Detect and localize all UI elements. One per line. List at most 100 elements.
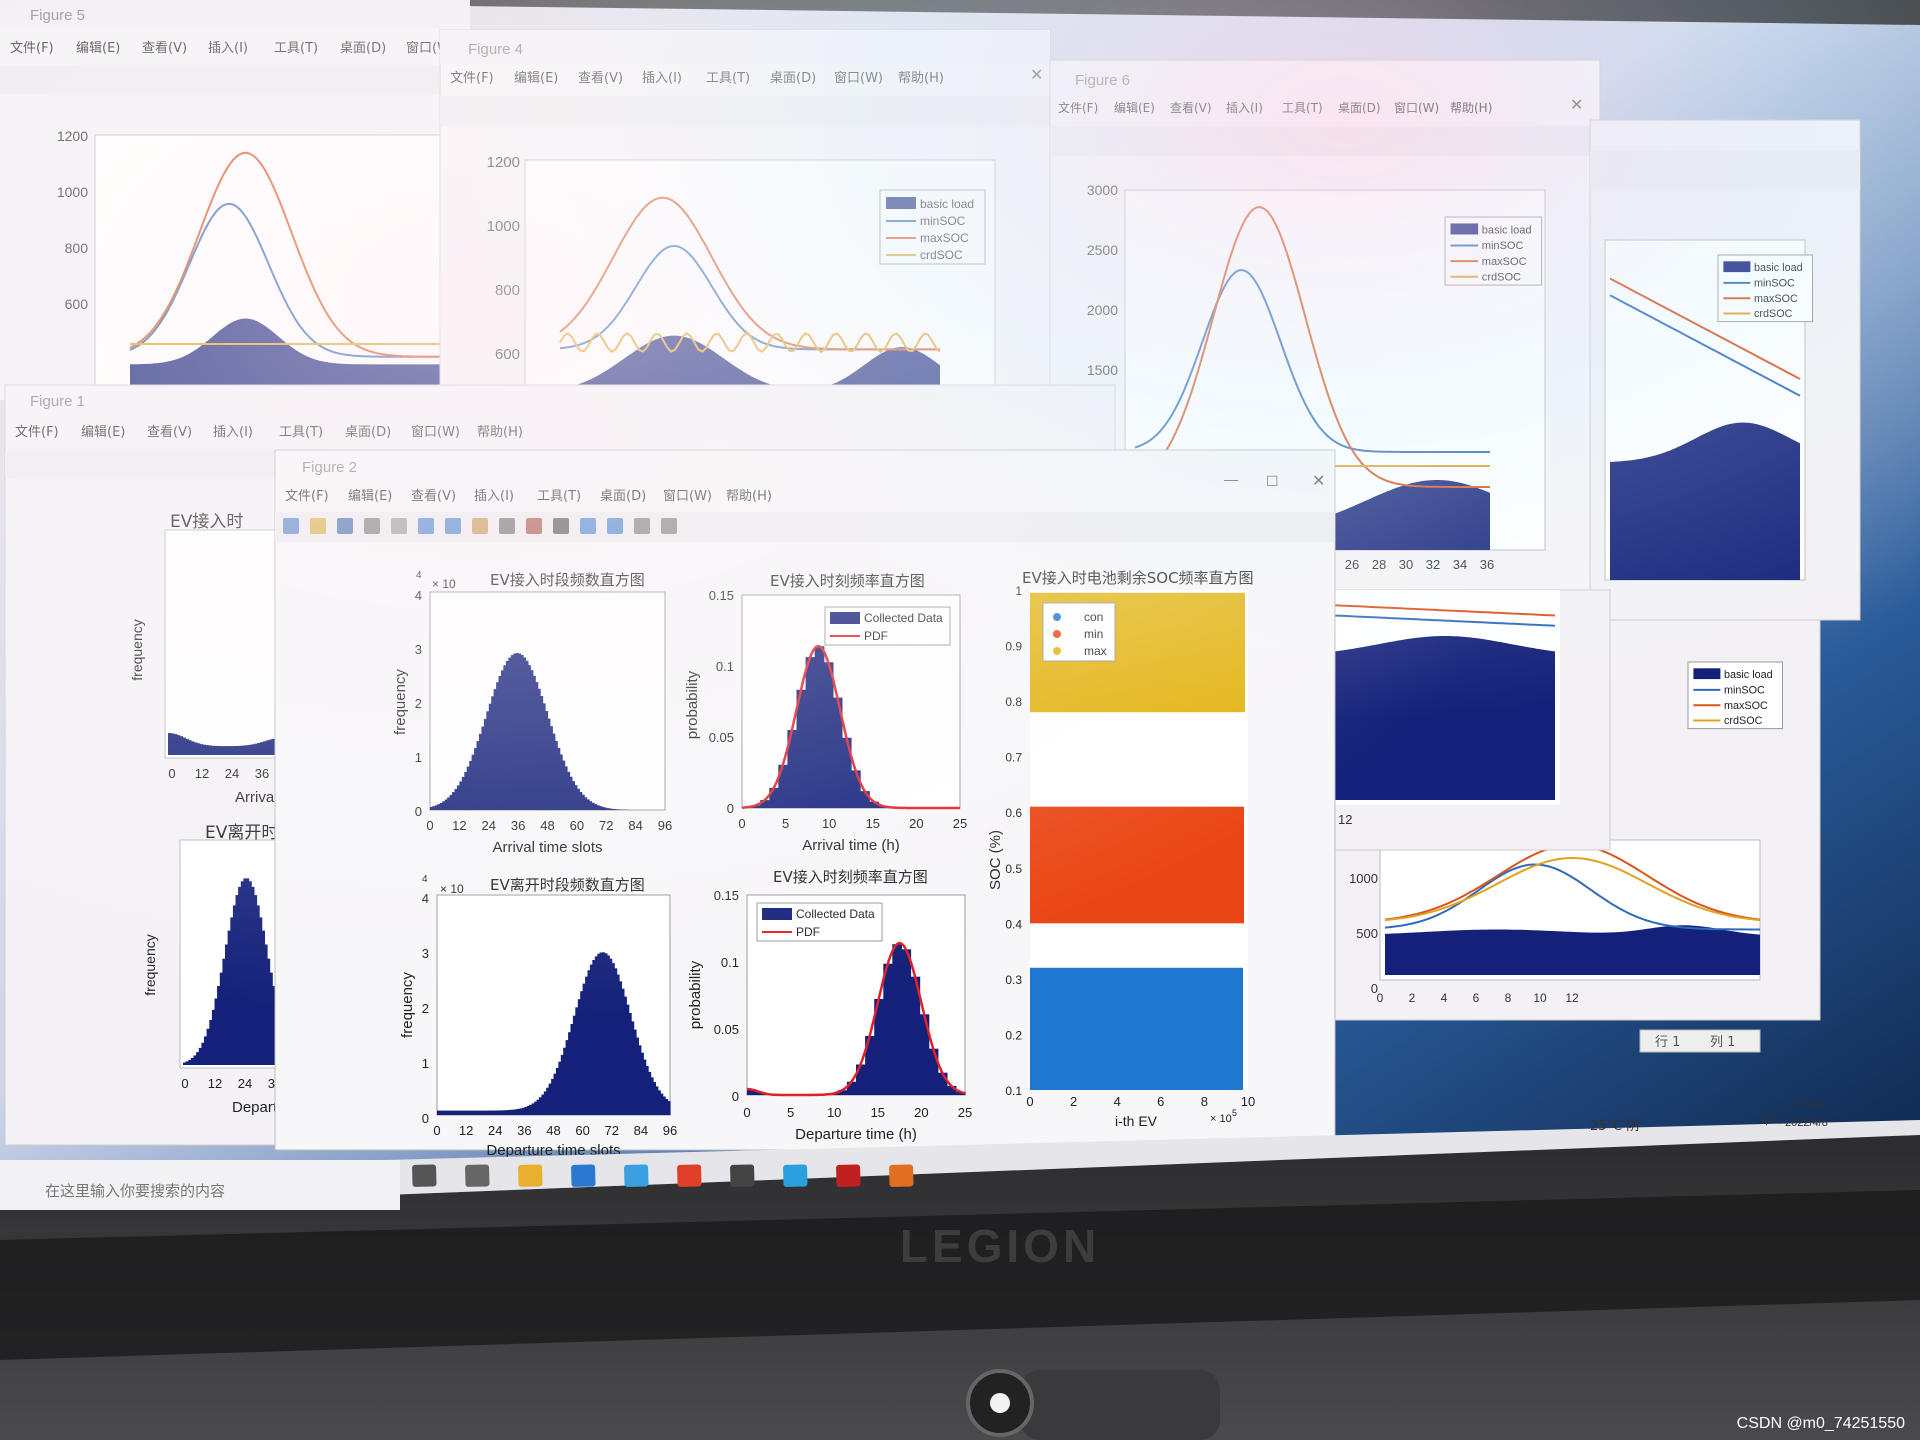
menu-item[interactable]: 帮助(H) [726, 489, 772, 504]
tick-label: 0 [743, 1105, 750, 1120]
taskbar-app-icon[interactable] [571, 1164, 596, 1187]
toolbar-icon[interactable] [580, 518, 596, 534]
menu-item[interactable]: 桌面(D) [770, 71, 816, 86]
axis-exponent-sup: 5 [1232, 1108, 1237, 1118]
taskbar-search-input[interactable]: 在这里输入你要搜索的内容 [45, 1182, 225, 1200]
menu-item[interactable]: 桌面(D) [340, 41, 386, 56]
weather-widget[interactable]: 25°C 阴 [1590, 1119, 1639, 1134]
menu-item[interactable]: 插入(I) [208, 41, 248, 56]
taskbar-app-icon[interactable] [730, 1164, 755, 1187]
toolbar-icon[interactable] [445, 518, 461, 534]
menu-item[interactable]: 查看(V) [142, 40, 187, 56]
tick-label: 0.6 [1005, 806, 1022, 820]
menu-item[interactable]: 查看(V) [578, 70, 623, 86]
minimize-icon[interactable]: — [1224, 471, 1238, 487]
menu-item[interactable]: 文件(F) [1058, 100, 1098, 115]
toolbar-icon[interactable] [391, 518, 407, 534]
menu-item[interactable]: 桌面(D) [345, 425, 391, 440]
tick-label: 0 [422, 1111, 429, 1126]
tick-label: 4 [422, 891, 429, 906]
menu-item[interactable]: 查看(V) [1170, 101, 1212, 115]
toolbar-icon[interactable] [634, 518, 650, 534]
menu-item[interactable]: 编辑(E) [348, 489, 392, 504]
toolbar-icon[interactable] [472, 518, 488, 534]
toolbar-icon[interactable] [283, 518, 299, 534]
histogram-bar [805, 657, 816, 808]
tick-label: 0.7 [1005, 751, 1022, 765]
y-axis-label: frequency [142, 934, 158, 995]
taskbar-app-icon[interactable] [518, 1164, 543, 1187]
window-title: Figure 6 [1075, 72, 1130, 89]
window-right-back[interactable]: basic load minSOC maxSOC crdSOC [1589, 119, 1861, 621]
taskbar-app-icon[interactable] [412, 1164, 437, 1187]
menu-item[interactable]: 查看(V) [147, 424, 192, 440]
legend-entry: basic load [920, 197, 974, 211]
taskbar-app-icon[interactable] [465, 1164, 490, 1187]
menu-item[interactable]: 查看(V) [411, 488, 456, 504]
tick-label: 0.3 [1005, 973, 1022, 987]
taskbar-app-icon[interactable] [889, 1164, 914, 1187]
svg-text:✕: ✕ [1570, 97, 1583, 114]
toolbar-icon[interactable] [661, 518, 677, 534]
menu-item[interactable]: 插入(I) [1226, 101, 1263, 115]
toolbar-icon[interactable] [607, 518, 623, 534]
tick-label: 4 [415, 588, 422, 603]
menu-item[interactable]: 文件(F) [285, 489, 329, 504]
menu-item[interactable]: 工具(T) [274, 41, 318, 56]
tick-label: 72 [599, 818, 613, 833]
x-axis-label: Arrival time (h) [802, 837, 900, 854]
menu-item[interactable]: 窗口(W) [663, 488, 712, 504]
maximize-icon[interactable]: ☐ [1266, 473, 1279, 489]
menu-item[interactable]: 编辑(E) [81, 425, 125, 440]
histogram-bar [814, 646, 825, 808]
menu-item[interactable]: 桌面(D) [600, 489, 646, 504]
toolbar-icon[interactable] [337, 518, 353, 534]
soc-con-band [1030, 967, 1243, 1090]
taskbar-app-icon[interactable] [836, 1164, 861, 1187]
tick-label: 24 [225, 766, 239, 781]
menu-item[interactable]: 插入(I) [474, 489, 514, 504]
window-figure-2[interactable]: Figure 2 ✕ ☐ — 文件(F) 编辑(E) 查看(V) 插入(I) 工具(T)… [274, 449, 1336, 1159]
menu-item[interactable]: 窗口(W) [1394, 101, 1439, 115]
menu-item[interactable]: 工具(T) [279, 425, 323, 440]
ime-indicator[interactable]: 中 [1760, 1113, 1773, 1128]
tick-label: 800 [495, 282, 520, 299]
menu-item[interactable]: 文件(F) [450, 71, 494, 86]
menu-item[interactable]: 工具(T) [1282, 101, 1323, 115]
toolbar-icon[interactable] [553, 518, 569, 534]
taskbar-app-icon[interactable] [624, 1164, 649, 1187]
menu-item[interactable]: 帮助(H) [477, 425, 523, 440]
menu-item[interactable]: 帮助(H) [1450, 101, 1492, 115]
toolbar-icon[interactable] [364, 518, 380, 534]
menu-item[interactable]: 窗口(W) [834, 70, 883, 86]
legend-entry: max [1084, 644, 1107, 658]
menu-item[interactable]: 桌面(D) [1338, 101, 1381, 115]
toolbar-icon[interactable] [418, 518, 434, 534]
taskbar-app-icon[interactable] [783, 1164, 808, 1187]
menu-item[interactable]: 编辑(E) [514, 71, 558, 86]
menu-item[interactable]: 窗口(W) [411, 424, 460, 440]
legend-entry: crdSOC [1482, 271, 1521, 283]
window-middle-right[interactable]: 12 [1309, 589, 1611, 851]
tick-label: 0.9 [1005, 640, 1022, 654]
menu-item[interactable]: 帮助(H) [898, 71, 944, 86]
toolbar-icon[interactable] [526, 518, 542, 534]
toolbar-icon[interactable] [499, 518, 515, 534]
plot-title: EV离开时段频数直方图 [490, 876, 645, 894]
window-figure-4[interactable]: Figure 4 ✕ 文件(F) 编辑(E) 查看(V) 插入(I) 工具(T) 桌面(D… [439, 29, 1051, 411]
menu-item[interactable]: 文件(F) [10, 41, 54, 56]
menu-item[interactable]: 插入(I) [213, 425, 253, 440]
y-axis-label: frequency [129, 619, 145, 680]
axis-exponent: × 10 [440, 882, 464, 896]
menu-item[interactable]: 编辑(E) [76, 41, 120, 56]
menu-item[interactable]: 工具(T) [706, 71, 750, 86]
menu-item[interactable]: 文件(F) [15, 425, 59, 440]
toolbar-icon[interactable] [310, 518, 326, 534]
window-figure-5[interactable]: Figure 5 文件(F) 编辑(E) 查看(V) 插入(I) 工具(T) 桌面(D) 窗… [0, 0, 470, 400]
close-icon[interactable]: ✕ [1312, 473, 1325, 490]
taskbar-app-icon[interactable] [677, 1164, 702, 1187]
menu-item[interactable]: 插入(I) [642, 71, 682, 86]
menu-item[interactable]: 工具(T) [537, 489, 581, 504]
tick-label: 12 [195, 766, 209, 781]
menu-item[interactable]: 编辑(E) [1114, 100, 1155, 115]
